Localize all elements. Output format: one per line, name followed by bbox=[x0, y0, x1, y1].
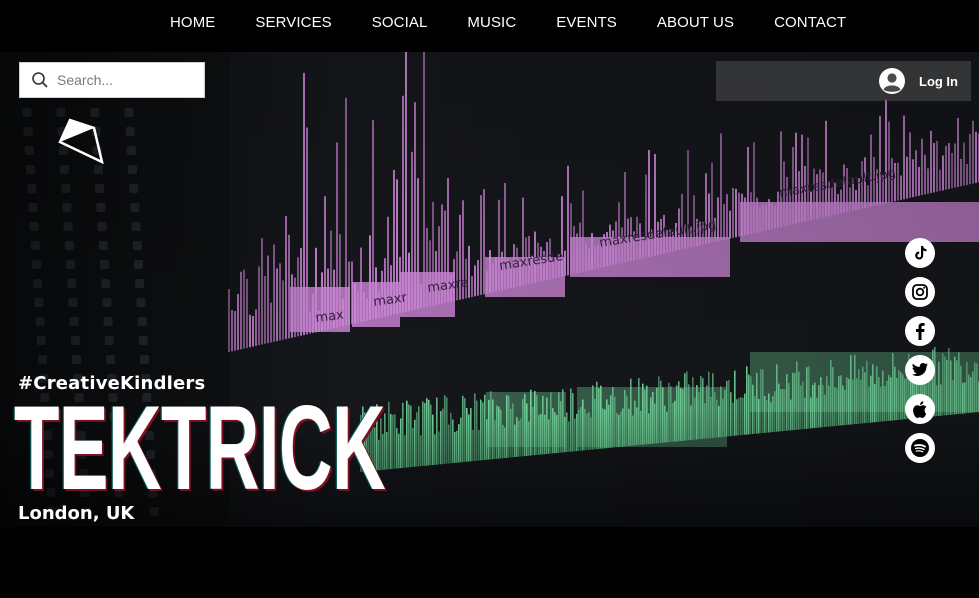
facebook-icon[interactable] bbox=[905, 316, 935, 346]
hero-brand-title: TEKTRICK bbox=[14, 381, 386, 515]
instagram-icon[interactable] bbox=[905, 277, 935, 307]
nav-item-contact[interactable]: CONTACT bbox=[754, 14, 866, 31]
nav-item-home[interactable]: HOME bbox=[150, 14, 235, 31]
apple-icon[interactable] bbox=[905, 394, 935, 424]
nav-item-services[interactable]: SERVICES bbox=[235, 14, 351, 31]
prism-logo-icon[interactable] bbox=[58, 118, 104, 165]
search-icon bbox=[31, 71, 49, 89]
search-input[interactable] bbox=[57, 72, 197, 88]
account-avatar-icon bbox=[878, 67, 906, 95]
hero-location: London, UK bbox=[18, 503, 135, 524]
spotify-icon[interactable] bbox=[905, 433, 935, 463]
nav-item-about-us[interactable]: ABOUT US bbox=[637, 14, 754, 31]
twitter-icon[interactable] bbox=[905, 355, 935, 385]
search-box[interactable] bbox=[19, 62, 205, 98]
top-nav: HOME SERVICES SOCIAL MUSIC EVENTS ABOUT … bbox=[0, 0, 979, 52]
nav-menu: HOME SERVICES SOCIAL MUSIC EVENTS ABOUT … bbox=[150, 0, 866, 44]
nav-item-music[interactable]: MUSIC bbox=[447, 14, 536, 31]
social-bar bbox=[905, 238, 935, 472]
tiktok-icon[interactable] bbox=[905, 238, 935, 268]
hero-bottom-band bbox=[0, 527, 979, 598]
login-label: Log In bbox=[919, 73, 958, 89]
nav-item-events[interactable]: EVENTS bbox=[536, 14, 637, 31]
login-button[interactable]: Log In bbox=[878, 66, 958, 96]
nav-item-social[interactable]: SOCIAL bbox=[352, 14, 448, 31]
